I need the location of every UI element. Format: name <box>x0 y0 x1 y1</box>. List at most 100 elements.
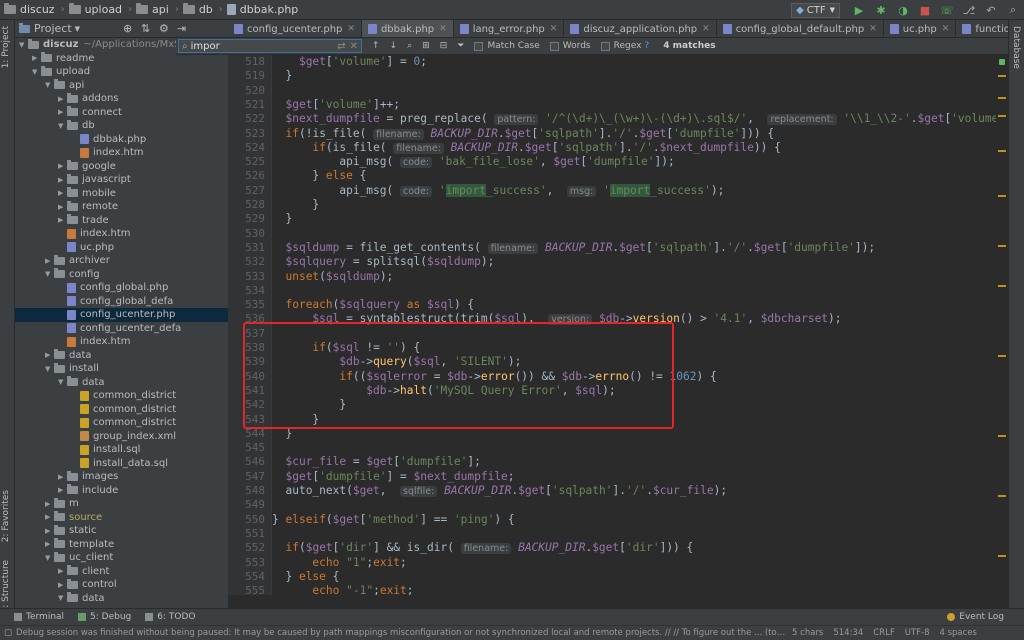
gear-icon[interactable]: ⚙ <box>159 22 169 35</box>
chevron-down-icon[interactable]: ▼ <box>58 122 67 130</box>
chevron-right-icon[interactable]: ▶ <box>58 176 67 184</box>
chevron-right-icon[interactable]: ▶ <box>58 581 67 589</box>
tree-file[interactable]: common_district <box>71 416 176 430</box>
breadcrumb-discuz[interactable]: discuz <box>4 3 55 16</box>
run-config-select[interactable]: ◆ CTF ▼ <box>791 2 840 18</box>
debug-tool-button[interactable]: 5: Debug <box>78 612 131 622</box>
status-encoding[interactable]: UTF-8 <box>905 628 930 638</box>
event-log-button[interactable]: Event Log <box>947 612 1004 622</box>
tree-folder[interactable]: ▶ include <box>58 484 118 498</box>
editor-tab[interactable]: function_core.php✕ <box>956 20 1008 37</box>
tool-tab-database[interactable]: Database <box>1011 26 1021 69</box>
tree-file[interactable]: common_district <box>71 389 176 403</box>
tree-folder[interactable]: ▶ images <box>58 470 118 484</box>
tree-folder[interactable]: ▼ install <box>45 362 99 376</box>
search-icon[interactable]: ⌕ <box>182 41 188 52</box>
tree-folder[interactable]: ▶ m <box>45 497 79 511</box>
match-case-checkbox[interactable]: Match Case <box>474 41 540 51</box>
chevron-right-icon[interactable]: ▶ <box>32 54 41 62</box>
hide-icon[interactable]: ⇥ <box>177 22 186 35</box>
add-occurrence-icon[interactable]: ⊟ <box>440 41 448 51</box>
tree-folder[interactable]: ▶ remote <box>58 200 118 214</box>
editor-tab[interactable]: uc.php ✕ <box>884 20 957 37</box>
todo-tool-button[interactable]: 6: TODO <box>145 612 195 622</box>
chevron-down-icon[interactable]: ▼ <box>45 270 54 278</box>
breadcrumb-file[interactable]: dbbak.php <box>226 3 298 16</box>
status-position[interactable]: 514:34 <box>833 628 863 638</box>
close-icon[interactable]: ✕ <box>550 24 558 34</box>
filter-icon[interactable]: ⏷ <box>457 41 464 51</box>
close-icon[interactable]: ✕ <box>439 24 447 34</box>
run-icon[interactable]: ▶ <box>852 3 866 17</box>
tree-folder[interactable]: ▶ data <box>45 349 92 363</box>
breadcrumb-db[interactable]: db <box>182 3 213 16</box>
sync-icon[interactable]: ⊕ <box>123 22 132 35</box>
tree-file[interactable]: index.htm <box>71 146 144 160</box>
tree-folder[interactable]: ▼ api <box>45 79 84 93</box>
debug-icon[interactable]: ✱ <box>874 3 888 17</box>
status-indent[interactable]: 4 spaces <box>940 628 977 638</box>
regex-checkbox[interactable]: Regex? <box>600 41 649 51</box>
chevron-right-icon[interactable]: ▶ <box>45 257 54 265</box>
chevron-right-icon[interactable]: ▶ <box>45 500 54 508</box>
chevron-right-icon[interactable]: ▶ <box>58 473 67 481</box>
chevron-down-icon[interactable]: ▼ <box>32 68 41 76</box>
close-icon[interactable]: ✕ <box>347 24 355 34</box>
tree-file[interactable]: index.htm <box>58 227 131 241</box>
breadcrumb-api[interactable]: api <box>136 3 169 16</box>
chevron-right-icon[interactable]: ▶ <box>58 203 67 211</box>
inspection-ok-icon[interactable] <box>999 59 1005 65</box>
tree-file[interactable]: common_district <box>71 403 176 417</box>
chevron-right-icon[interactable]: ▶ <box>58 567 67 575</box>
prev-match-icon[interactable]: ↑ <box>372 41 380 51</box>
tool-tab-structure[interactable]: Z: Structure <box>1 560 11 614</box>
tree-folder[interactable]: ▼ uc_client <box>45 551 113 565</box>
chevron-down-icon[interactable]: ▼ <box>45 81 54 89</box>
status-message[interactable]: Debug session was finished without being… <box>16 628 786 638</box>
tree-file[interactable]: config_global_defa <box>58 295 173 309</box>
tree-file[interactable]: config_ucenter.php <box>15 308 228 322</box>
tree-folder[interactable]: ▼ discuz ~/Applications/MxSrv <box>19 38 191 52</box>
tool-tab-favorites[interactable]: 2: Favorites <box>1 490 11 542</box>
words-checkbox[interactable]: Words <box>549 41 591 51</box>
chevron-right-icon[interactable]: ▶ <box>58 162 67 170</box>
coverage-icon[interactable]: ◑ <box>896 3 910 17</box>
clear-history-icon[interactable]: ⇄ <box>337 41 345 52</box>
editor-tab[interactable]: discuz_application.php ✕ <box>564 20 717 37</box>
tree-folder[interactable]: ▼ data <box>58 592 105 606</box>
tree-folder[interactable]: ▶ javascript <box>58 173 131 187</box>
editor-tab[interactable]: config_ucenter.php ✕ <box>228 20 362 37</box>
chevron-down-icon[interactable]: ▼ <box>45 365 54 373</box>
tree-file[interactable]: dbbak.php <box>71 133 146 147</box>
chevron-down-icon[interactable]: ▼ <box>45 554 54 562</box>
tree-file[interactable]: uc.php <box>58 241 114 255</box>
editor-tab[interactable]: dbbak.php ✕ <box>361 20 454 37</box>
chevron-right-icon[interactable]: ▶ <box>45 351 54 359</box>
tree-file[interactable]: install.sql <box>71 443 140 457</box>
tree-folder[interactable]: ▶ client <box>58 565 109 579</box>
tree-folder[interactable]: ▶ google <box>58 160 116 174</box>
chevron-right-icon[interactable]: ▶ <box>45 513 54 521</box>
close-icon[interactable]: ✕ <box>702 24 710 34</box>
tree-folder[interactable]: ▶ archiver <box>45 254 110 268</box>
listen-debug-icon[interactable]: ☏ <box>940 3 954 17</box>
tree-folder[interactable]: ▶ readme <box>32 52 94 66</box>
close-icon[interactable]: ✕ <box>869 24 877 34</box>
breadcrumb-upload[interactable]: upload <box>68 3 122 16</box>
collapse-icon[interactable]: ⇅ <box>141 22 150 35</box>
tool-tab-project[interactable]: 1: Project <box>1 26 11 68</box>
tree-folder[interactable]: ▼ data <box>58 376 105 390</box>
editor-scrollbar[interactable] <box>996 55 1008 595</box>
tree-folder[interactable]: ▶ mobile <box>58 187 116 201</box>
regex-help-link[interactable]: ? <box>644 41 649 51</box>
chevron-down-icon[interactable]: ▼ <box>58 594 67 602</box>
search-everywhere-icon[interactable]: ⌕ <box>1006 3 1020 17</box>
tree-file[interactable]: index.htm <box>58 335 131 349</box>
chevron-down-icon[interactable]: ▼ <box>58 378 67 386</box>
chevron-right-icon[interactable]: ▶ <box>45 527 54 535</box>
project-view-select[interactable]: Project <box>34 22 72 35</box>
next-match-icon[interactable]: ↓ <box>390 41 398 51</box>
chevron-down-icon[interactable]: ▼ <box>19 41 28 49</box>
tree-folder[interactable]: ▶ connect <box>58 106 122 120</box>
tree-folder[interactable]: ▶ template <box>45 538 114 552</box>
